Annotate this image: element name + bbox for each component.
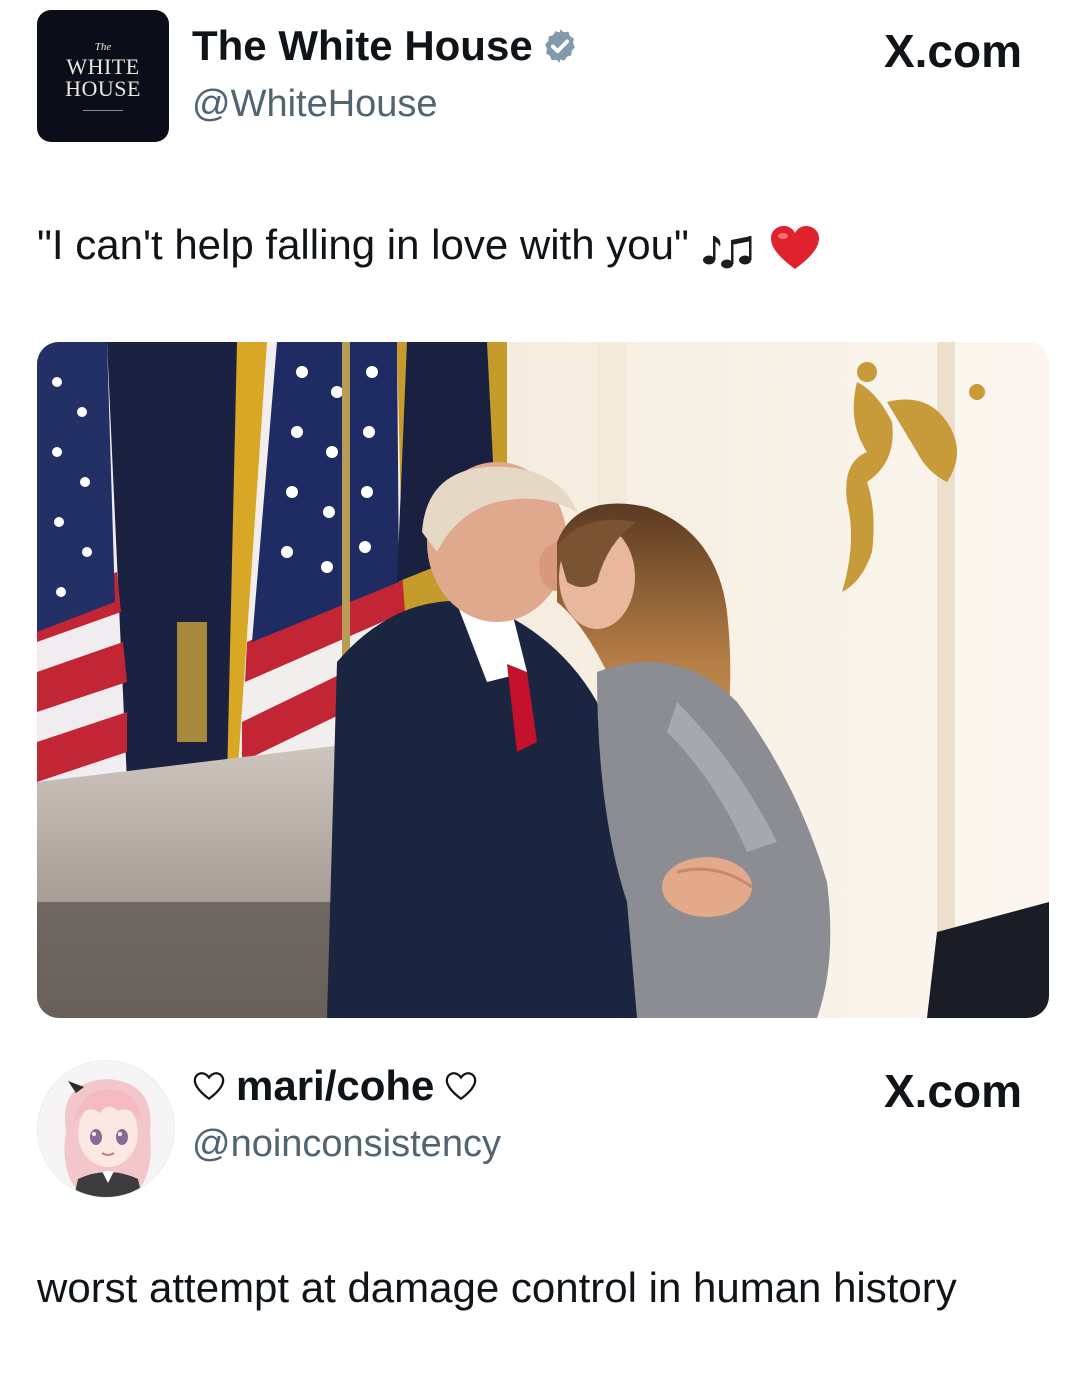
display-name[interactable]: The White House — [192, 22, 533, 70]
display-name-row[interactable]: mari/cohe — [192, 1062, 478, 1110]
source-label: X.com — [883, 1065, 1022, 1117]
user-avatar[interactable] — [37, 1060, 175, 1198]
avatar-divider — [83, 110, 123, 111]
red-heart-icon — [771, 225, 820, 269]
musical-notes-icon — [702, 235, 752, 269]
post-text: "I can't help falling in love with you" — [37, 221, 689, 268]
verified-badge-icon — [544, 29, 575, 63]
heart-outline-icon — [193, 1072, 225, 1101]
photo-couple-embrace — [37, 342, 1049, 1018]
handle[interactable]: @noinconsistency — [192, 1122, 501, 1166]
avatar-line-house: HOUSE — [65, 76, 141, 101]
handle[interactable]: @WhiteHouse — [192, 82, 438, 126]
avatar-line-white: WHITE — [66, 54, 140, 79]
post-photo[interactable] — [37, 342, 1049, 1018]
post-text: worst attempt at damage control in human… — [37, 1264, 957, 1311]
source-label: X.com — [883, 25, 1022, 77]
heart-outline-icon — [446, 1072, 477, 1101]
display-name-row[interactable]: The White House — [192, 22, 579, 70]
display-name[interactable]: mari/cohe — [236, 1062, 434, 1110]
anime-girl-avatar-icon — [38, 1061, 174, 1197]
avatar-line-the: The — [94, 41, 112, 53]
reply-post: mari/cohe @noinconsistency X.com worst a… — [0, 1040, 1084, 1400]
white-house-post: The WHITE HOUSE The White House @WhiteHo… — [0, 0, 1084, 1040]
white-house-avatar[interactable]: The WHITE HOUSE — [37, 10, 169, 142]
post-text-row: "I can't help falling in love with you" — [37, 217, 1047, 273]
